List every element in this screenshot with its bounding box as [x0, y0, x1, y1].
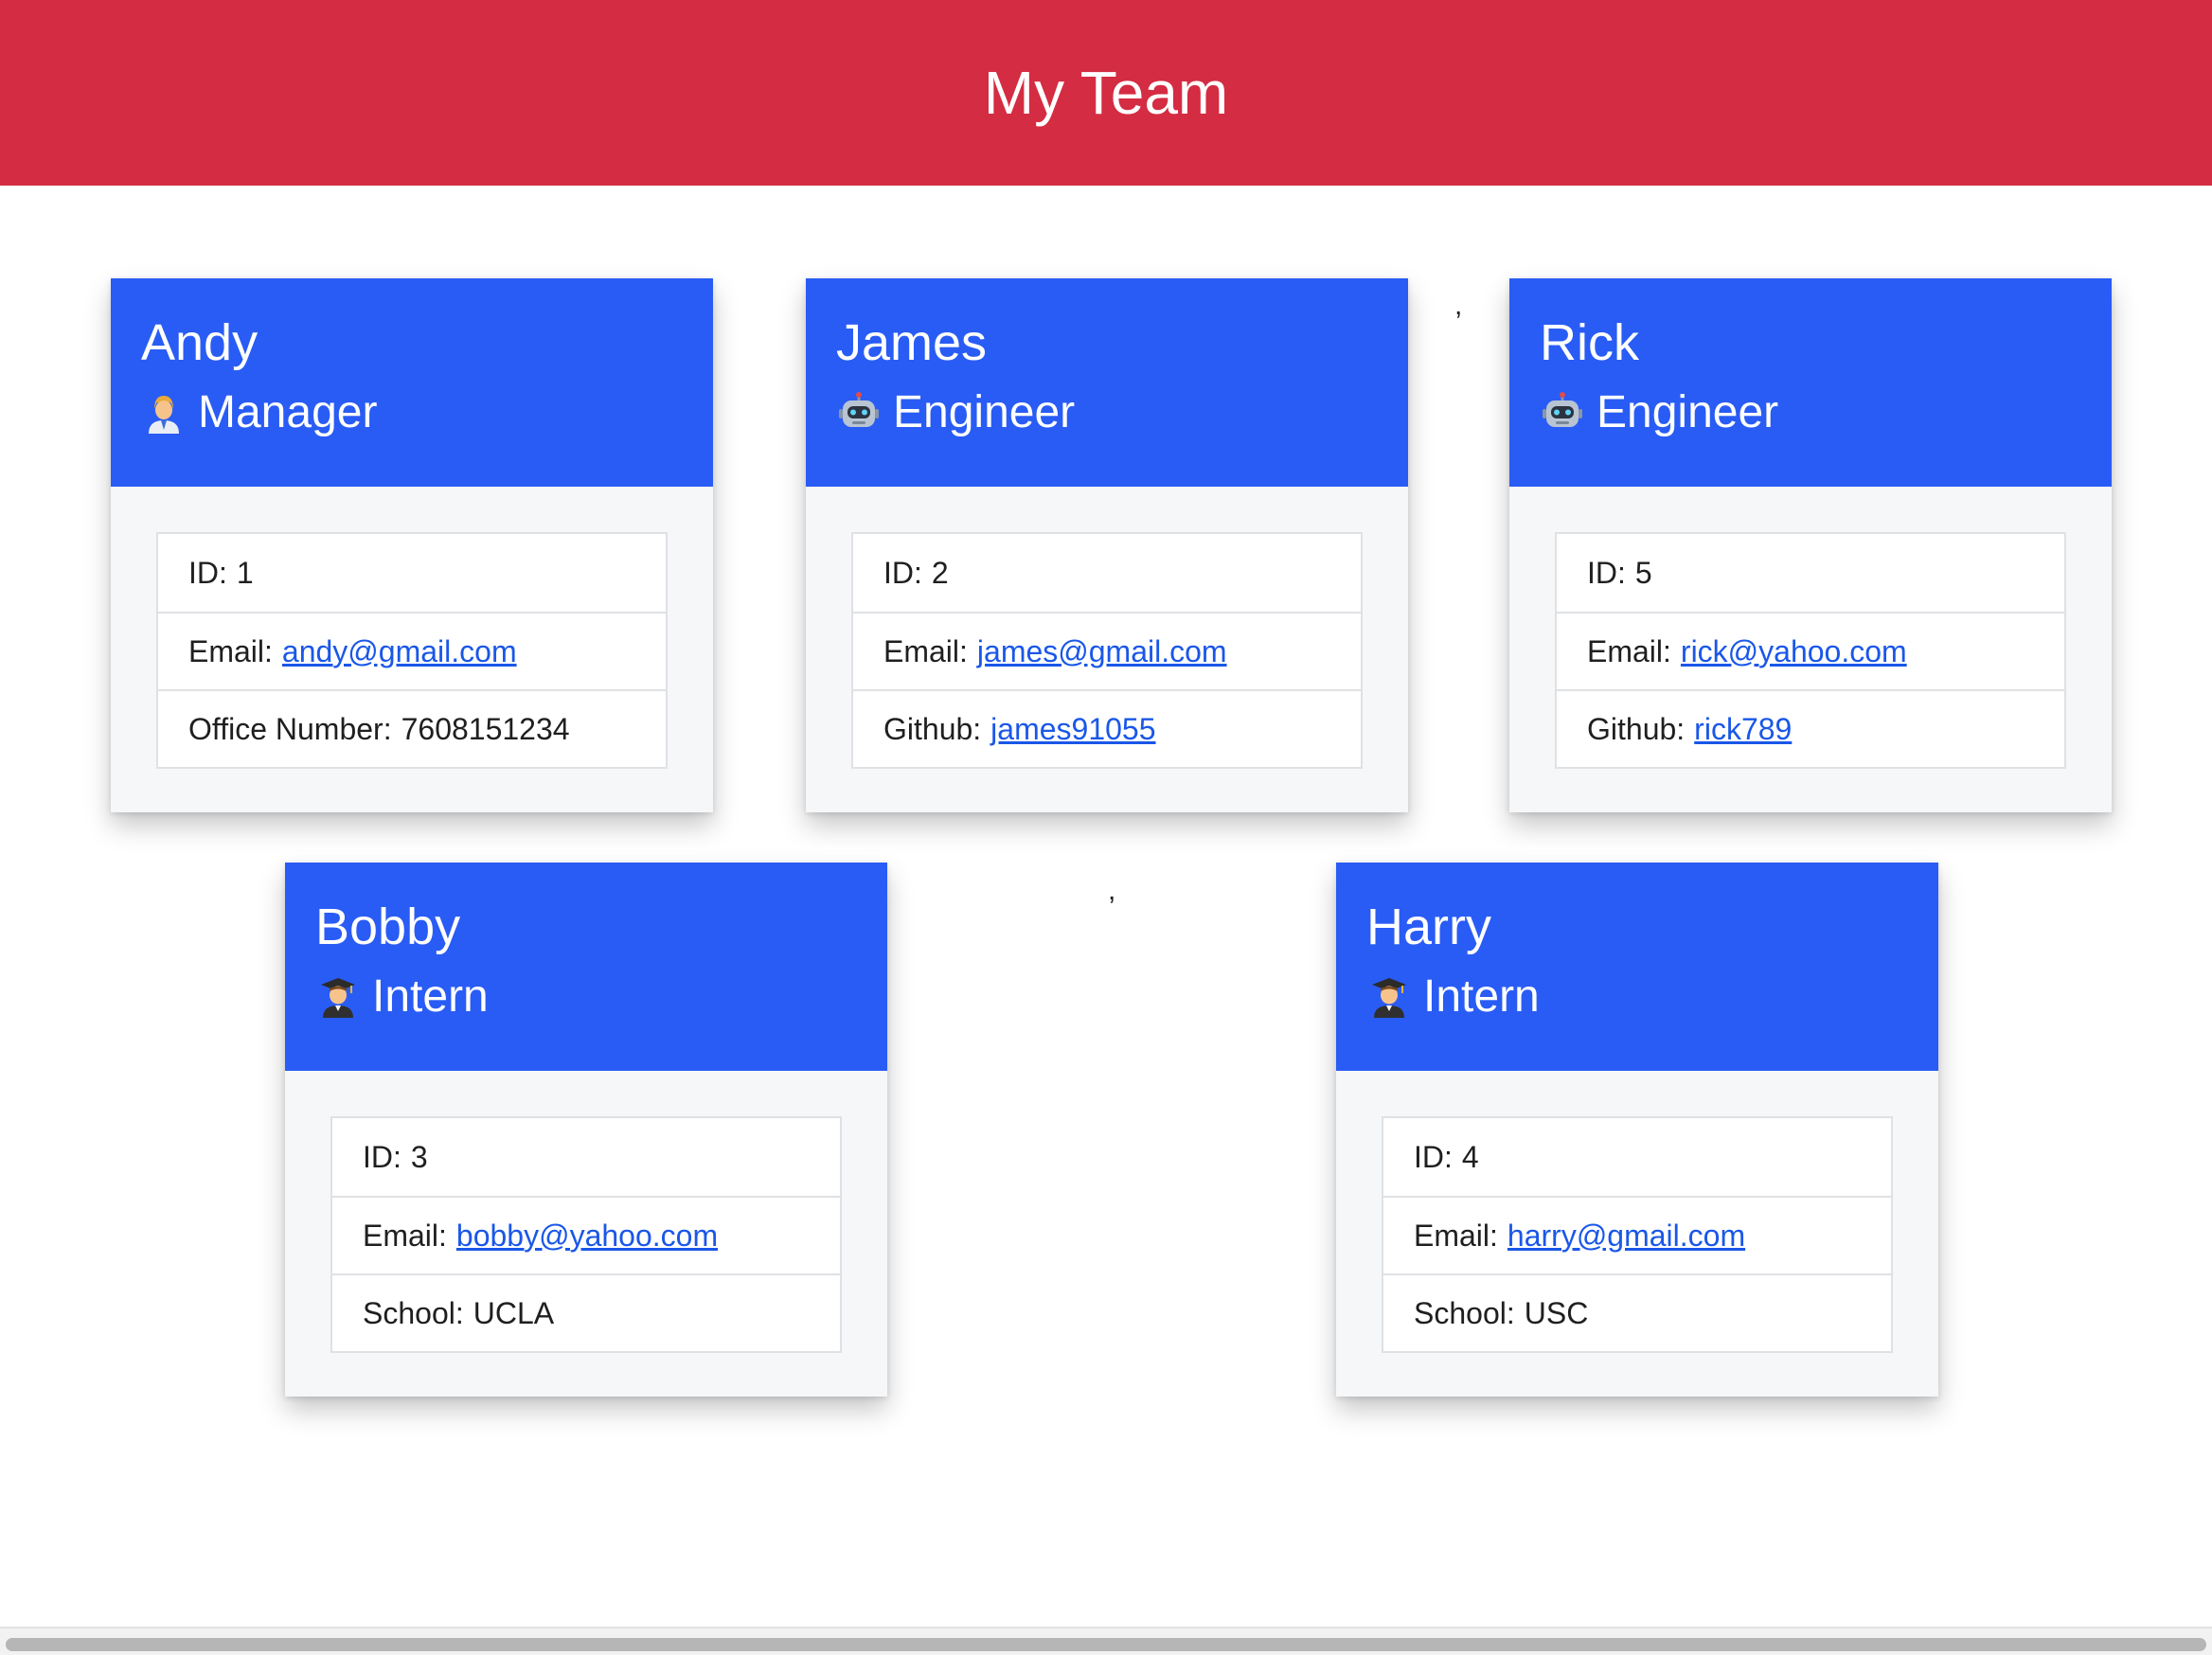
github-link[interactable]: rick789	[1694, 712, 1792, 747]
id-label: ID:	[363, 1139, 401, 1174]
id-value: 3	[410, 1139, 428, 1174]
email-label: Email:	[188, 633, 273, 668]
list-item-email: Email: harry@gmail.com	[1383, 1196, 1891, 1273]
role-label: Intern	[1423, 971, 1540, 1022]
list-item-id: ID: 5	[1557, 534, 2064, 612]
list-item-email: Email: andy@gmail.com	[158, 612, 666, 689]
list-item-id: ID: 2	[853, 534, 1361, 612]
list-item-id: ID: 1	[158, 534, 666, 612]
list-item-email: Email: rick@yahoo.com	[1557, 612, 2064, 689]
school-label: School:	[363, 1295, 464, 1330]
student-icon	[1368, 976, 1410, 1018]
email-label: Email:	[883, 633, 968, 668]
email-label: Email:	[1587, 633, 1671, 668]
employee-role: Intern	[1366, 969, 1908, 1025]
employee-name: Harry	[1366, 899, 1491, 955]
page-title: My Team	[983, 59, 1229, 127]
github-link[interactable]: james91055	[990, 712, 1155, 747]
id-label: ID:	[1414, 1139, 1453, 1174]
id-value: 4	[1461, 1139, 1479, 1174]
id-value: 2	[931, 555, 949, 590]
role-label: Intern	[372, 971, 489, 1022]
id-label: ID:	[883, 555, 922, 590]
email-link[interactable]: andy@gmail.com	[282, 634, 517, 669]
page-header: My Team	[0, 0, 2212, 186]
email-link[interactable]: harry@gmail.com	[1507, 1219, 1745, 1254]
role-label: Manager	[198, 387, 378, 437]
employee-name: Andy	[141, 314, 259, 371]
role-label: Engineer	[1597, 387, 1779, 437]
email-link[interactable]: bobby@yahoo.com	[456, 1219, 718, 1254]
stray-comma: ,	[1108, 875, 1116, 906]
school-value: UCLA	[473, 1295, 555, 1330]
list-item-id: ID: 3	[332, 1118, 840, 1196]
student-icon	[317, 976, 359, 1018]
list-item-github: Github: james91055	[853, 689, 1361, 767]
id-label: ID:	[1587, 555, 1626, 590]
card-header: Bobby Intern	[285, 863, 887, 1071]
team-card-james: James Engineer ID: 2 Email: james@gmail.…	[806, 278, 1408, 812]
list-item-office-number: Office Number: 7608151234	[158, 689, 666, 767]
office-number-value: 7608151234	[401, 711, 570, 746]
github-label: Github:	[1587, 711, 1686, 746]
list-item-school: School: UCLA	[332, 1273, 840, 1351]
employee-role: Manager	[141, 384, 683, 441]
id-value: 5	[1634, 555, 1652, 590]
employee-role: Engineer	[836, 384, 1378, 441]
email-link[interactable]: james@gmail.com	[977, 634, 1227, 669]
stray-comma: ,	[1454, 290, 1463, 321]
card-header: Harry Intern	[1336, 863, 1938, 1071]
team-card-rick: Rick Engineer ID: 5 Email: rick@yahoo.co…	[1509, 278, 2112, 812]
email-link[interactable]: rick@yahoo.com	[1681, 634, 1907, 669]
employee-name: James	[836, 314, 988, 371]
list-item-id: ID: 4	[1383, 1118, 1891, 1196]
horizontal-scrollbar[interactable]	[0, 1627, 2212, 1655]
list-item-school: School: USC	[1383, 1273, 1891, 1351]
scrollbar-thumb[interactable]	[6, 1638, 2206, 1651]
robot-icon	[1542, 392, 1583, 434]
info-list: ID: 1 Email: andy@gmail.com Office Numbe…	[156, 532, 668, 769]
info-list: ID: 5 Email: rick@yahoo.com Github: rick…	[1555, 532, 2066, 769]
github-label: Github:	[883, 711, 982, 746]
manager-icon	[143, 392, 185, 434]
id-label: ID:	[188, 555, 227, 590]
school-value: USC	[1524, 1295, 1589, 1330]
team-card-harry: Harry Intern ID: 4 Email: harry@gmail.co…	[1336, 863, 1938, 1397]
card-header: Rick Engineer	[1509, 278, 2112, 487]
employee-name: Rick	[1540, 314, 1639, 371]
employee-role: Intern	[315, 969, 857, 1025]
list-item-email: Email: bobby@yahoo.com	[332, 1196, 840, 1273]
list-item-github: Github: rick789	[1557, 689, 2064, 767]
team-card-andy: Andy Manager ID: 1 Email: andy@gmail.com…	[111, 278, 713, 812]
card-header: James Engineer	[806, 278, 1408, 487]
id-value: 1	[236, 555, 254, 590]
info-list: ID: 2 Email: james@gmail.com Github: jam…	[851, 532, 1363, 769]
school-label: School:	[1414, 1295, 1515, 1330]
office-number-label: Office Number:	[188, 711, 392, 746]
list-item-email: Email: james@gmail.com	[853, 612, 1361, 689]
role-label: Engineer	[893, 387, 1076, 437]
team-card-bobby: Bobby Intern ID: 3 Email: bobby@yahoo.co…	[285, 863, 887, 1397]
info-list: ID: 4 Email: harry@gmail.com School: USC	[1382, 1116, 1893, 1353]
email-label: Email:	[1414, 1218, 1498, 1253]
email-label: Email:	[363, 1218, 447, 1253]
info-list: ID: 3 Email: bobby@yahoo.com School: UCL…	[330, 1116, 842, 1353]
employee-role: Engineer	[1540, 384, 2081, 441]
employee-name: Bobby	[315, 899, 461, 955]
card-header: Andy Manager	[111, 278, 713, 487]
robot-icon	[838, 392, 880, 434]
